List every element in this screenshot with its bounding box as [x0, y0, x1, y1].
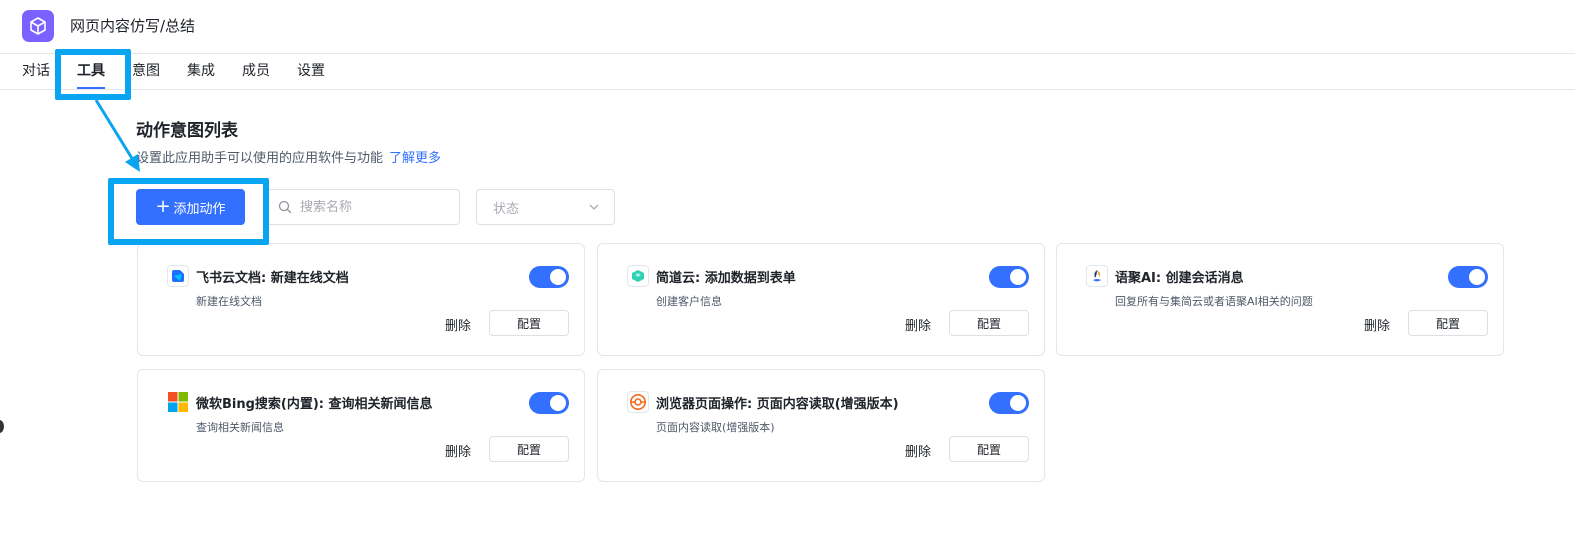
action-card: 简道云: 添加数据到表单 创建客户信息 删除 配置	[597, 243, 1045, 356]
enable-toggle[interactable]	[989, 266, 1029, 288]
action-title: 浏览器页面操作: 页面内容读取(增强版本)	[656, 397, 899, 412]
action-description: 回复所有与集简云或者语聚AI相关的问题	[1115, 295, 1313, 308]
page-title: 动作意图列表	[136, 121, 238, 141]
chevron-down-icon	[589, 204, 599, 210]
action-title: 语聚AI: 创建会话消息	[1115, 271, 1244, 286]
config-button[interactable]: 配置	[949, 436, 1029, 462]
edge-handle	[0, 420, 4, 433]
delete-button[interactable]: 删除	[1364, 315, 1390, 334]
status-select[interactable]: 状态	[476, 189, 615, 225]
action-title: 飞书云文档: 新建在线文档	[196, 271, 349, 286]
learn-more-link[interactable]: 了解更多	[389, 151, 441, 166]
action-description: 新建在线文档	[196, 295, 262, 308]
yuju-ai-icon	[1086, 265, 1108, 287]
tab-members[interactable]: 成员	[242, 53, 270, 89]
tab-intent[interactable]: 意图	[132, 53, 160, 89]
enable-toggle[interactable]	[529, 392, 569, 414]
add-action-button[interactable]: + 添加动作	[136, 189, 245, 225]
page-description: 设置此应用助手可以使用的应用软件与功能 了解更多	[136, 147, 441, 166]
description-text: 设置此应用助手可以使用的应用软件与功能	[136, 151, 384, 166]
search-input[interactable]	[300, 199, 450, 215]
enable-toggle[interactable]	[529, 266, 569, 288]
action-card: 浏览器页面操作: 页面内容读取(增强版本) 页面内容读取(增强版本) 删除 配置	[597, 369, 1045, 482]
action-description: 查询相关新闻信息	[196, 421, 284, 434]
cube-icon	[30, 17, 46, 35]
delete-button[interactable]: 删除	[905, 315, 931, 334]
plus-icon: +	[155, 196, 171, 217]
feishu-docs-icon	[167, 265, 189, 287]
search-box[interactable]	[265, 189, 460, 225]
action-title: 简道云: 添加数据到表单	[656, 271, 796, 286]
tab-tools[interactable]: 工具	[77, 53, 105, 89]
action-card: 飞书云文档: 新建在线文档 新建在线文档 删除 配置	[137, 243, 585, 356]
microsoft-icon	[167, 391, 189, 413]
tab-integration[interactable]: 集成	[187, 53, 215, 89]
action-description: 页面内容读取(增强版本)	[656, 421, 775, 434]
browser-icon	[627, 391, 649, 413]
action-card: 微软Bing搜索(内置): 查询相关新闻信息 查询相关新闻信息 删除 配置	[137, 369, 585, 482]
search-icon	[278, 200, 292, 214]
delete-button[interactable]: 删除	[445, 315, 471, 334]
action-card: 语聚AI: 创建会话消息 回复所有与集简云或者语聚AI相关的问题 删除 配置	[1056, 243, 1504, 356]
config-button[interactable]: 配置	[949, 310, 1029, 336]
jiandaoyun-icon	[627, 265, 649, 287]
app-logo	[22, 10, 54, 42]
status-placeholder: 状态	[493, 201, 520, 217]
action-title: 微软Bing搜索(内置): 查询相关新闻信息	[196, 397, 433, 412]
tabs-divider	[0, 89, 1575, 90]
app-title: 网页内容仿写/总结	[70, 17, 196, 35]
enable-toggle[interactable]	[989, 392, 1029, 414]
config-button[interactable]: 配置	[1408, 310, 1488, 336]
tab-chat[interactable]: 对话	[22, 53, 50, 89]
delete-button[interactable]: 删除	[905, 441, 931, 460]
action-description: 创建客户信息	[656, 295, 722, 308]
tab-bar: 对话 工具 意图 集成 成员 设置	[22, 53, 352, 89]
config-button[interactable]: 配置	[489, 310, 569, 336]
config-button[interactable]: 配置	[489, 436, 569, 462]
enable-toggle[interactable]	[1448, 266, 1488, 288]
delete-button[interactable]: 删除	[445, 441, 471, 460]
tab-settings[interactable]: 设置	[297, 53, 325, 89]
add-action-label: 添加动作	[173, 201, 226, 217]
